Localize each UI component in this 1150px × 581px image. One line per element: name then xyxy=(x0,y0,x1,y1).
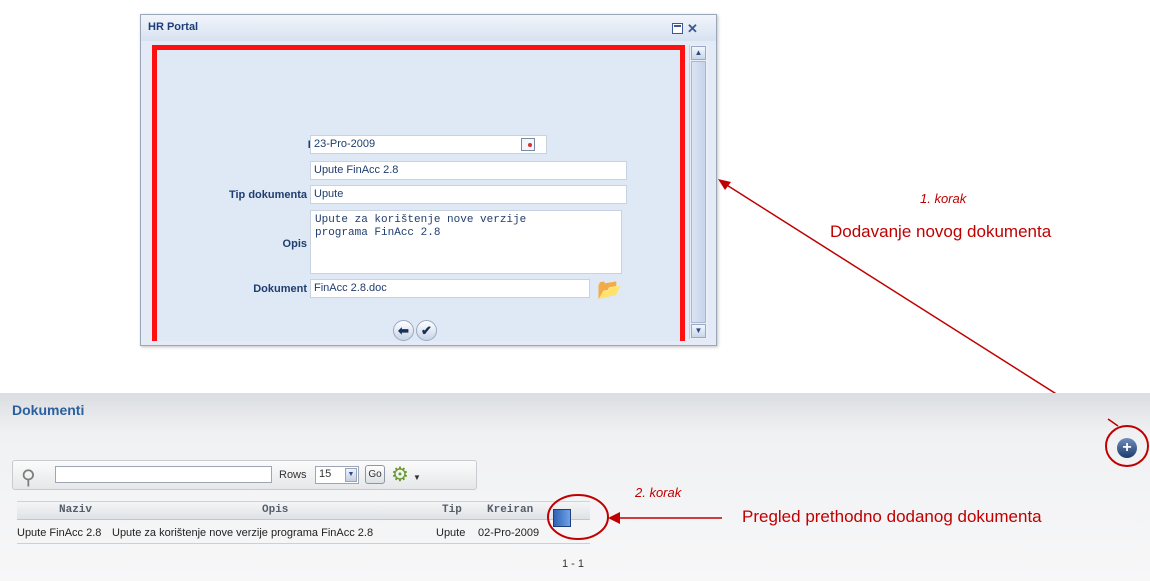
step2-text: Pregled prethodno dodanog dokumenta xyxy=(742,507,1042,526)
step2-label: 2. korak xyxy=(635,485,682,500)
step2-circle-arrow xyxy=(547,494,722,540)
view-icon-circle-mark xyxy=(547,494,609,540)
step2-arrow-head xyxy=(608,512,620,524)
